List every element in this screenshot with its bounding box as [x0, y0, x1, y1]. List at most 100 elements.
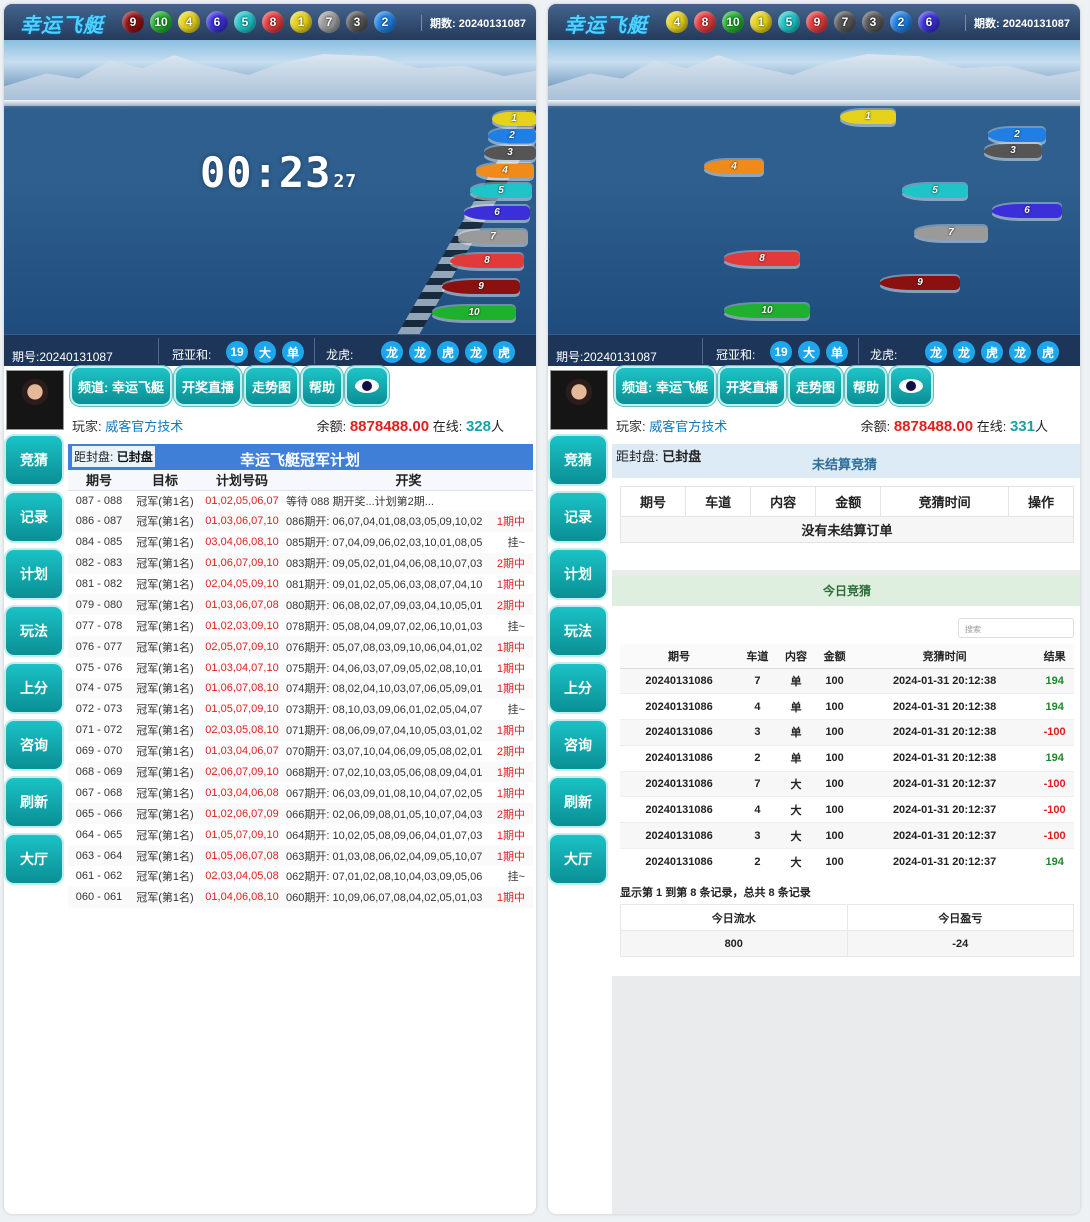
nav-records[interactable]: 记录	[6, 493, 62, 541]
table-row: 087 - 088 冠军(第1名) 01,02,05,06,07 等待 088 期开奖…	[68, 490, 533, 511]
table-cell: 1期中	[493, 886, 533, 908]
nav-plan[interactable]: 计划	[6, 550, 62, 598]
table-cell: 冠军(第1名)	[136, 662, 194, 675]
table-cell: 挂~	[507, 704, 525, 717]
bets-table: 期号 车道 内容 金额 竞猜时间 结果 20240131086 7 单 100 2024…	[620, 644, 1074, 875]
nav-refresh[interactable]: 刷新	[550, 778, 606, 826]
table-cell: 冠军(第1名)	[136, 495, 194, 508]
info-issue: 期号:20240131087	[556, 350, 657, 364]
avatar	[6, 370, 64, 430]
col-header: 操作	[1007, 486, 1075, 517]
table-cell: 大	[776, 848, 816, 875]
table-cell: 冠军(第1名)	[130, 886, 200, 908]
table-row: 068 - 069 冠军(第1名) 02,06,07,09,10 068期开: 07,…	[68, 761, 533, 783]
col-header: 目标	[130, 470, 200, 491]
table-row: 086 - 087 冠军(第1名) 01,03,06,07,10 086期开: 06,…	[68, 510, 533, 532]
trend-chart-button[interactable]: 走势图	[789, 368, 841, 404]
boat: 3	[984, 144, 1042, 158]
nav-bet[interactable]: 竞猜	[6, 436, 62, 484]
nav-rules[interactable]: 玩法	[6, 607, 62, 655]
table-cell: 2	[738, 848, 777, 875]
table-cell: 01,03,06,07,08	[200, 594, 284, 616]
table-cell: 20240131086	[620, 744, 739, 772]
table-cell: 076 - 077	[68, 636, 130, 658]
table-cell: 01,03,06,07,10	[200, 510, 284, 532]
result-ball: 3	[346, 11, 368, 33]
nav-deposit[interactable]: 上分	[6, 664, 62, 712]
table-cell: 1期中	[493, 761, 533, 783]
race-scene: 1 2 3 4 5 6 7 8 9 10	[548, 40, 1080, 334]
nav-rules[interactable]: 玩法	[550, 607, 606, 655]
today-profit: -24	[846, 930, 1074, 957]
table-cell: 077 - 078	[75, 619, 123, 632]
nav-lobby[interactable]: 大厅	[550, 835, 606, 883]
table-cell: 02,03,05,08,10	[200, 719, 284, 741]
result-balls: 4 8 10 1 5 9 7 3 2 6	[666, 11, 940, 33]
table-cell: 冠军(第1名)	[130, 552, 200, 574]
boat: 3	[484, 146, 536, 160]
player-info: 玩家: 威客官方技术	[72, 419, 184, 434]
trend-chart-button[interactable]: 走势图	[245, 368, 297, 404]
table-cell: 100	[815, 796, 854, 823]
help-button[interactable]: 帮助	[302, 368, 341, 404]
nav-bet[interactable]: 竞猜	[550, 436, 606, 484]
table-cell: 2024-01-31 20:12:37	[853, 770, 1036, 797]
nav-support[interactable]: 咨询	[6, 721, 62, 769]
table-cell: 082 - 083	[68, 552, 130, 574]
table-cell: 067 - 068	[75, 786, 123, 799]
channel-button[interactable]: 频道: 幸运飞艇	[616, 368, 714, 404]
table-cell: 068 - 069	[68, 761, 130, 783]
result-ball: 8	[262, 11, 284, 33]
top-bar: 幸运飞艇 9 10 4 6 5 8 1 7 3 2 期数: 2024013108…	[4, 4, 536, 40]
table-cell: 100	[815, 719, 854, 746]
eye-icon[interactable]	[891, 368, 931, 404]
table-row: 074 - 075 冠军(第1名) 01,06,07,08,10 074期开: 08,…	[68, 678, 533, 699]
nav-deposit[interactable]: 上分	[550, 664, 606, 712]
table-cell: 冠军(第1名)	[136, 829, 194, 842]
table-cell: 单	[776, 693, 816, 720]
col-header: 期号	[619, 486, 687, 517]
table-cell: 2024-01-31 20:12:37	[853, 848, 1036, 875]
table-row: 081 - 082 冠军(第1名) 02,04,05,09,10 081期开: 09,…	[68, 574, 533, 595]
table-cell: 大	[776, 770, 816, 797]
nav-refresh[interactable]: 刷新	[6, 778, 62, 826]
table-cell: 075 - 076	[75, 661, 123, 674]
result-ball: 1	[290, 11, 312, 33]
result-ball: 3	[862, 11, 884, 33]
nav-support[interactable]: 咨询	[550, 721, 606, 769]
table-row: 20240131086 7 大 100 2024-01-31 20:12:37 -100	[620, 770, 1074, 797]
live-draw-button[interactable]: 开奖直播	[719, 368, 784, 404]
nav-lobby[interactable]: 大厅	[6, 835, 62, 883]
table-row: 20240131086 3 大 100 2024-01-31 20:12:37 -100	[620, 822, 1074, 849]
table-row: 082 - 083 冠军(第1名) 01,06,07,09,10 083期开: 09,…	[68, 552, 533, 574]
nav-plan[interactable]: 计划	[550, 550, 606, 598]
balance-value: 8878488.00	[349, 418, 430, 435]
logo: 幸运飞艇	[564, 15, 648, 37]
search-input[interactable]: 搜索	[958, 618, 1074, 638]
divider	[314, 338, 315, 364]
player-name: 威客官方技术	[649, 419, 728, 434]
table-cell: 20240131086	[620, 770, 739, 797]
eye-icon-shape	[355, 379, 379, 393]
table-row: 069 - 070 冠军(第1名) 01,03,04,06,07 070期开: 03,…	[68, 741, 533, 762]
table-cell: 081期开: 09,01,02,05,06,03,08,07,04,10	[286, 579, 483, 591]
channel-button[interactable]: 频道: 幸运飞艇	[72, 368, 170, 404]
issue-number: 期数: 20240131087	[420, 15, 526, 31]
result-ball: 2	[890, 11, 912, 33]
nav-records[interactable]: 记录	[550, 493, 606, 541]
lh-chip: 龙	[465, 341, 487, 363]
table-cell: -100	[1035, 822, 1074, 849]
col-header: 期号	[620, 644, 739, 669]
logo: 幸运飞艇	[20, 15, 104, 37]
table-cell: 冠军(第1名)	[136, 579, 194, 591]
table-cell: 073期开: 08,10,03,09,06,01,02,05,04,07	[286, 704, 483, 717]
top-buttons: 频道: 幸运飞艇 开奖直播 走势图 帮助	[72, 368, 387, 404]
table-cell: 072 - 073	[75, 703, 123, 716]
table-cell: 冠军(第1名)	[130, 678, 200, 699]
eye-icon[interactable]	[347, 368, 387, 404]
col-header: 竞猜时间	[880, 486, 1009, 517]
help-button[interactable]: 帮助	[846, 368, 885, 404]
live-draw-button[interactable]: 开奖直播	[175, 368, 240, 404]
col-header: 开奖	[284, 470, 533, 491]
boat: 8	[450, 254, 524, 268]
